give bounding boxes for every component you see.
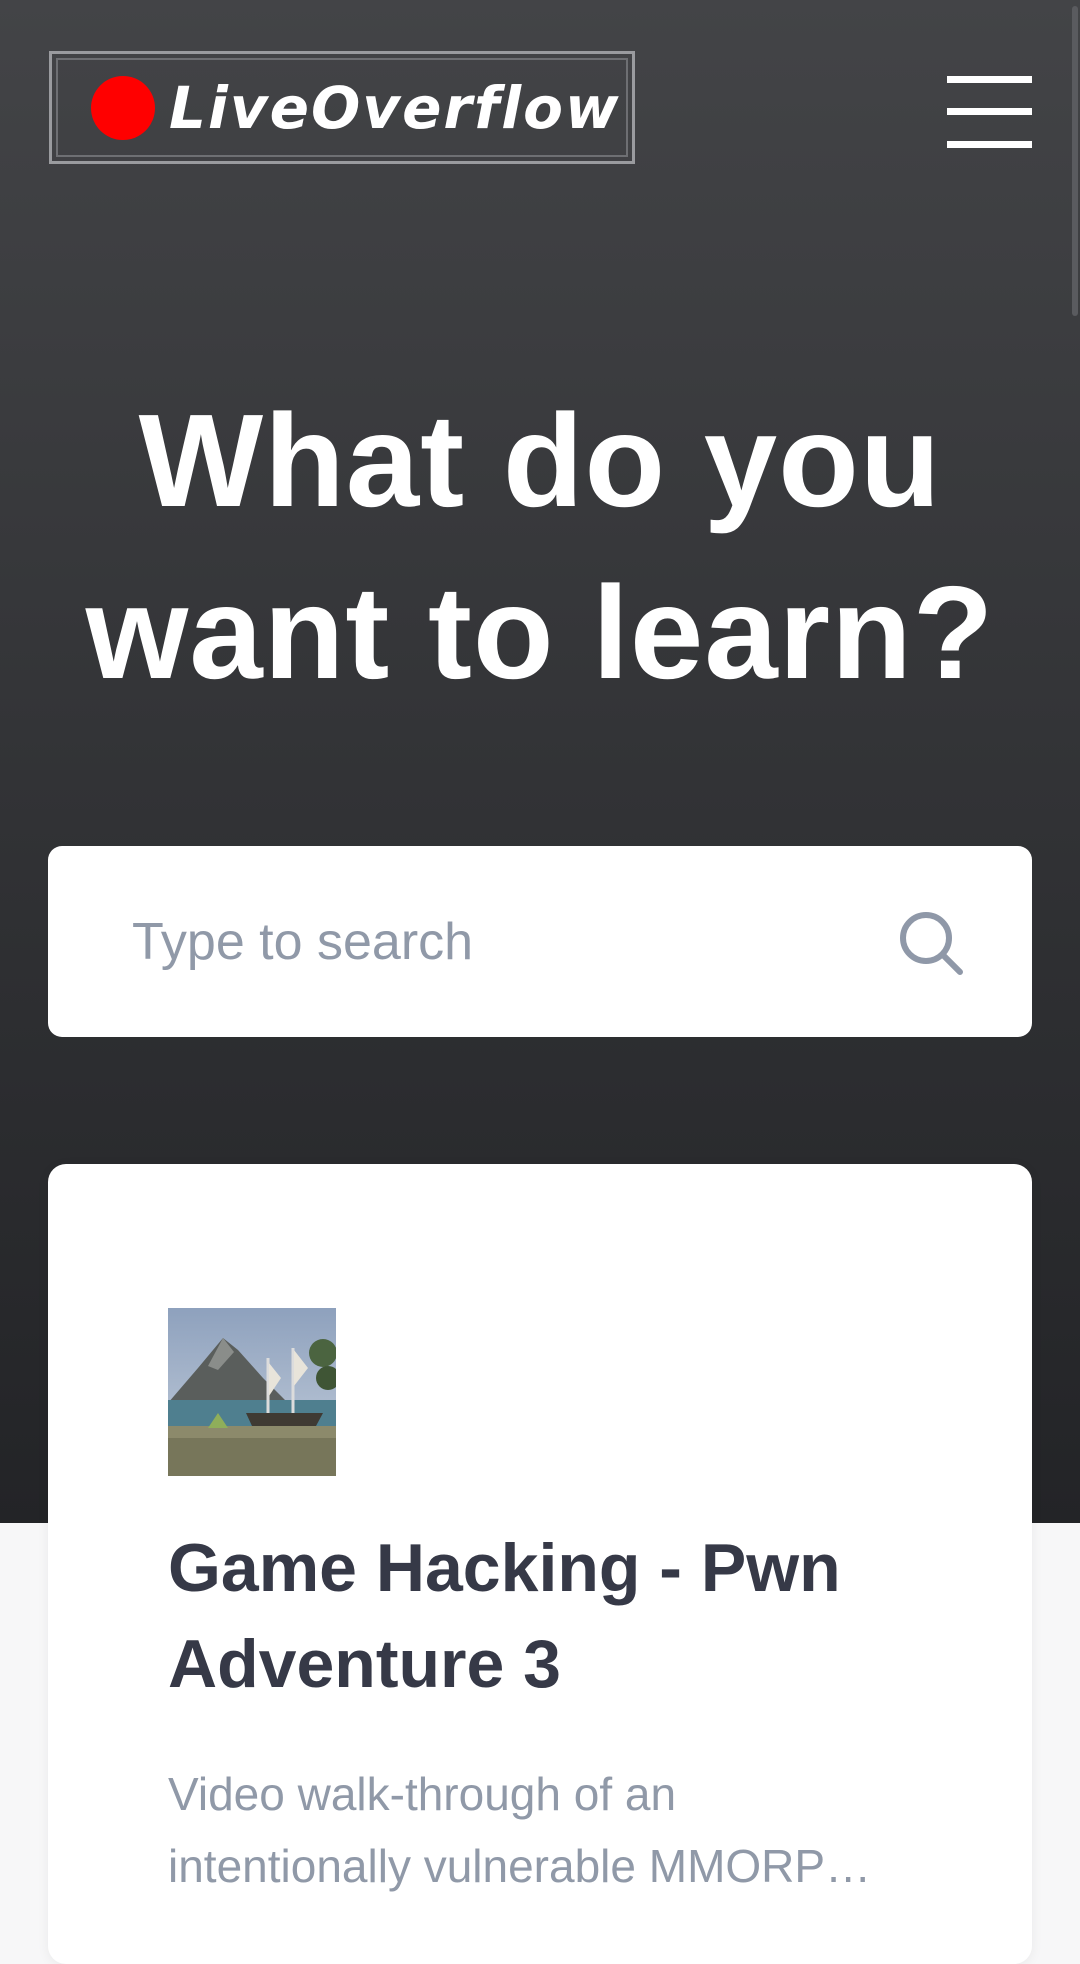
logo-record-dot [91,75,155,140]
search-box[interactable] [48,846,1032,1037]
course-description: Video walk-through of an intentionally v… [168,1768,872,1892]
search-input[interactable] [132,846,892,1037]
logo-text: LiveOverflow [169,73,621,142]
scrollbar[interactable] [1070,0,1080,1920]
scrollbar-thumb[interactable] [1072,6,1078,316]
menu-button[interactable] [947,76,1032,148]
site-logo[interactable]: LiveOverflow [49,51,635,164]
search-icon[interactable] [896,908,966,978]
hero-headline: What do you want to learn? [85,387,995,706]
course-title[interactable]: Game Hacking - Pwn Adventure 3 [168,1520,968,1712]
course-thumbnail[interactable] [168,1308,336,1476]
